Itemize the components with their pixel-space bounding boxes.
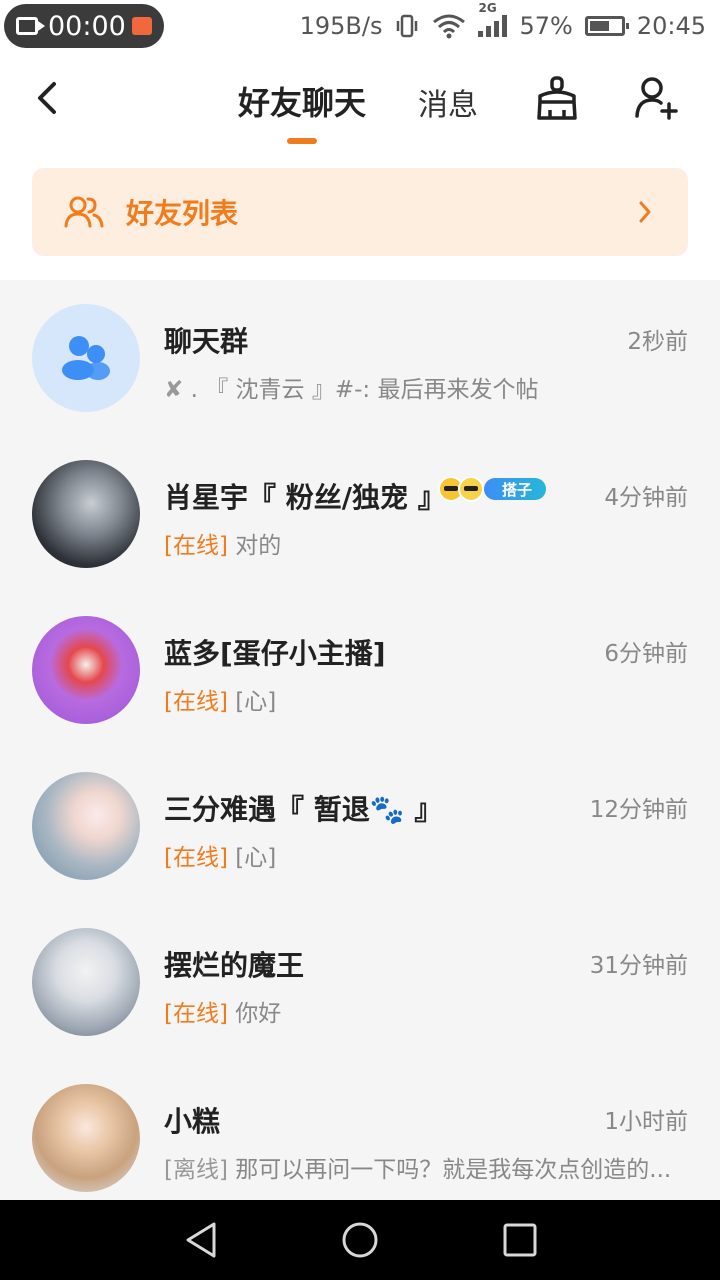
user-avatar bbox=[32, 1084, 140, 1192]
online-status: [在线] bbox=[164, 689, 228, 715]
recorder-app-icon bbox=[131, 17, 152, 35]
chevron-right-icon bbox=[639, 201, 651, 223]
online-status: [在线] bbox=[164, 845, 228, 871]
preview-text: [心] bbox=[235, 689, 277, 715]
chat-name: 蓝多[蛋仔小主播] bbox=[164, 637, 386, 670]
friend-list-banner[interactable]: 好友列表 bbox=[32, 168, 688, 256]
battery-icon bbox=[584, 16, 629, 36]
star-eyes-emoji-icon bbox=[458, 476, 484, 502]
preview-text: [心] bbox=[235, 845, 277, 871]
signal-bars-icon bbox=[478, 15, 508, 37]
video-camera-icon bbox=[16, 17, 45, 35]
wifi-icon bbox=[433, 14, 466, 39]
user-avatar bbox=[32, 772, 140, 880]
chat-time: 31分钟前 bbox=[589, 953, 688, 979]
chat-name: 三分难遇『 暂退🐾 』 bbox=[164, 793, 443, 826]
nav-recents-icon[interactable] bbox=[502, 1222, 538, 1258]
vibrate-icon bbox=[397, 14, 418, 38]
online-status: [在线] bbox=[164, 1001, 228, 1027]
chat-preview: [在线] [心] bbox=[164, 682, 684, 716]
group-icon bbox=[62, 336, 110, 380]
chat-list: 聊天群 2秒前 ✘ . 『 沈青云 』#-: 最后再来发个帖 肖星宇『 粉丝/独… bbox=[0, 280, 720, 1200]
chat-time: 2秒前 bbox=[627, 329, 688, 355]
back-icon[interactable] bbox=[30, 78, 66, 118]
user-avatar bbox=[32, 460, 140, 568]
preview-text: 那可以再问一下吗？就是我每次点创造的... bbox=[235, 1157, 672, 1183]
chat-item[interactable]: 三分难遇『 暂退🐾 』 12分钟前 [在线] [心] bbox=[0, 748, 720, 904]
network-speed: 195B/s bbox=[299, 12, 383, 40]
add-user-icon[interactable] bbox=[634, 74, 678, 122]
preview-text: 你好 bbox=[235, 1001, 282, 1027]
chat-preview: [在线] 你好 bbox=[164, 994, 684, 1028]
chat-item-group[interactable]: 聊天群 2秒前 ✘ . 『 沈青云 』#-: 最后再来发个帖 bbox=[0, 280, 720, 436]
active-tab-indicator bbox=[287, 138, 317, 144]
battery-percent: 57% bbox=[519, 12, 573, 40]
cross-mark: ✘ bbox=[164, 377, 184, 403]
friend-list-label: 好友列表 bbox=[126, 197, 239, 230]
user-avatar bbox=[32, 928, 140, 1036]
system-nav-bar bbox=[0, 1200, 720, 1280]
header: 好友聊天 消息 bbox=[0, 52, 720, 150]
preview-text: . 『 沈青云 』#-: 最后再来发个帖 bbox=[190, 377, 539, 403]
chat-time: 6分钟前 bbox=[604, 641, 688, 667]
clock: 20:45 bbox=[636, 12, 706, 40]
tab-messages[interactable]: 消息 bbox=[418, 80, 478, 124]
banner-section: 好友列表 bbox=[0, 150, 720, 280]
broom-icon[interactable] bbox=[535, 74, 579, 122]
screen-recording-indicator[interactable]: 00:00 bbox=[4, 4, 164, 48]
chat-time: 12分钟前 bbox=[589, 797, 688, 823]
recording-time: 00:00 bbox=[48, 10, 126, 42]
chat-name: 摆烂的魔王 bbox=[164, 949, 305, 982]
nav-back-icon[interactable] bbox=[182, 1220, 222, 1260]
partner-tag: 搭子 bbox=[484, 478, 547, 500]
status-bar: 00:00 195B/s 2G 57% 20:45 bbox=[0, 0, 720, 52]
nav-home-icon[interactable] bbox=[340, 1220, 380, 1260]
network-type: 2G bbox=[478, 1, 497, 15]
chat-preview: ✘ . 『 沈青云 』#-: 最后再来发个帖 bbox=[164, 370, 684, 404]
chat-name: 肖星宇『 粉丝/独宠 』 bbox=[164, 481, 446, 514]
group-avatar bbox=[32, 304, 140, 412]
chat-name: 聊天群 bbox=[164, 325, 249, 358]
chat-item[interactable]: 蓝多[蛋仔小主播] 6分钟前 [在线] [心] bbox=[0, 592, 720, 748]
chat-preview: [在线] 对的 bbox=[164, 526, 684, 560]
tab-friend-chat[interactable]: 好友聊天 bbox=[238, 78, 366, 124]
chat-time: 4分钟前 bbox=[604, 485, 688, 511]
chat-preview: [离线] 那可以再问一下吗？就是我每次点创造的... bbox=[164, 1150, 684, 1184]
chat-preview: [在线] [心] bbox=[164, 838, 684, 872]
user-badges: 搭子 bbox=[438, 476, 547, 502]
friends-icon bbox=[64, 196, 104, 228]
online-status: [在线] bbox=[164, 533, 228, 559]
chat-item[interactable]: 小糕 1小时前 [离线] 那可以再问一下吗？就是我每次点创造的... bbox=[0, 1060, 720, 1200]
preview-text: 对的 bbox=[235, 533, 282, 559]
user-avatar bbox=[32, 616, 140, 724]
cellular-signal: 2G bbox=[478, 1, 508, 37]
chat-item[interactable]: 摆烂的魔王 31分钟前 [在线] 你好 bbox=[0, 904, 720, 1060]
chat-time: 1小时前 bbox=[604, 1109, 688, 1135]
chat-name: 小糕 bbox=[164, 1105, 221, 1138]
offline-status: [离线] bbox=[164, 1157, 228, 1183]
chat-item[interactable]: 肖星宇『 粉丝/独宠 』 搭子 4分钟前 [在线] 对的 bbox=[0, 436, 720, 592]
